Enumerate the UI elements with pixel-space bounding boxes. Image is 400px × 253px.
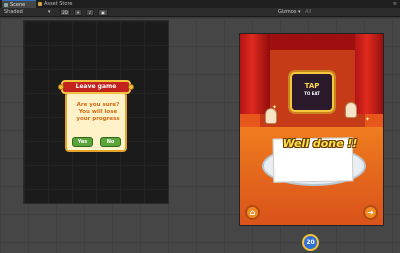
no-button[interactable]: No — [100, 137, 121, 147]
home-icon: ⌂ — [249, 208, 256, 217]
panel-menu-icon[interactable]: ≡ — [393, 0, 397, 8]
tab-scene[interactable]: Scene — [2, 0, 36, 8]
timer-value: 20 — [306, 239, 315, 246]
dialog-title: Leave game — [75, 83, 117, 90]
scene-toolbar: Shaded ▾ 2D ☀ ♪ ▣ Gizmos ▾ All — [0, 8, 400, 17]
chevron-down-icon: ▾ — [298, 9, 301, 15]
lighting-toggle-icon[interactable]: ☀ — [74, 9, 82, 16]
sparkle-icon: ✦ — [365, 116, 371, 123]
mode-2d-button[interactable]: 2D — [60, 9, 70, 16]
well-done-banner: Well done !! — [282, 137, 358, 150]
shading-mode-dropdown[interactable]: Shaded — [4, 8, 23, 17]
hierarchy-search-input[interactable]: All — [305, 8, 311, 17]
home-button[interactable]: ⌂ — [245, 205, 260, 220]
scene-icon — [4, 3, 8, 7]
arrow-right-icon: ➜ — [367, 208, 374, 217]
asset-store-icon — [38, 2, 42, 6]
tab-asset-store[interactable]: Asset Store — [36, 0, 86, 8]
game-preview[interactable]: TAP TO EAT Well done !! ✦ ✦ ⌂ ➜ — [239, 33, 384, 226]
character-right — [345, 102, 357, 118]
bolt-icon — [58, 84, 64, 90]
chevron-down-icon: ▾ — [48, 9, 51, 15]
leave-game-dialog: Are you sure? You will lose your progres… — [58, 80, 134, 155]
sign-title: TAP — [304, 82, 320, 90]
sparkle-icon: ✦ — [272, 104, 278, 111]
curtain-left — [240, 34, 270, 114]
bolt-icon — [128, 84, 134, 90]
sign-subtitle: TO EAT — [304, 91, 320, 96]
gizmos-dropdown[interactable]: Gizmos — [278, 8, 296, 17]
effects-dropdown-icon[interactable]: ▣ — [98, 9, 108, 16]
dialog-message: Are you sure? You will lose your progres… — [76, 102, 120, 122]
next-button[interactable]: ➜ — [363, 205, 378, 220]
dialog-title-bar: Leave game — [61, 80, 131, 94]
tap-to-eat-sign: TAP TO EAT — [290, 72, 334, 112]
tab-asset-store-label: Asset Store — [44, 1, 73, 7]
editor-tab-bar: Scene Asset Store ≡ — [0, 0, 400, 8]
yes-button[interactable]: Yes — [72, 137, 93, 147]
curtain-right — [355, 34, 383, 114]
audio-toggle-icon[interactable]: ♪ — [86, 9, 94, 16]
dialog-body: Are you sure? You will lose your progres… — [65, 92, 127, 152]
timer-badge: 20 — [302, 234, 319, 251]
